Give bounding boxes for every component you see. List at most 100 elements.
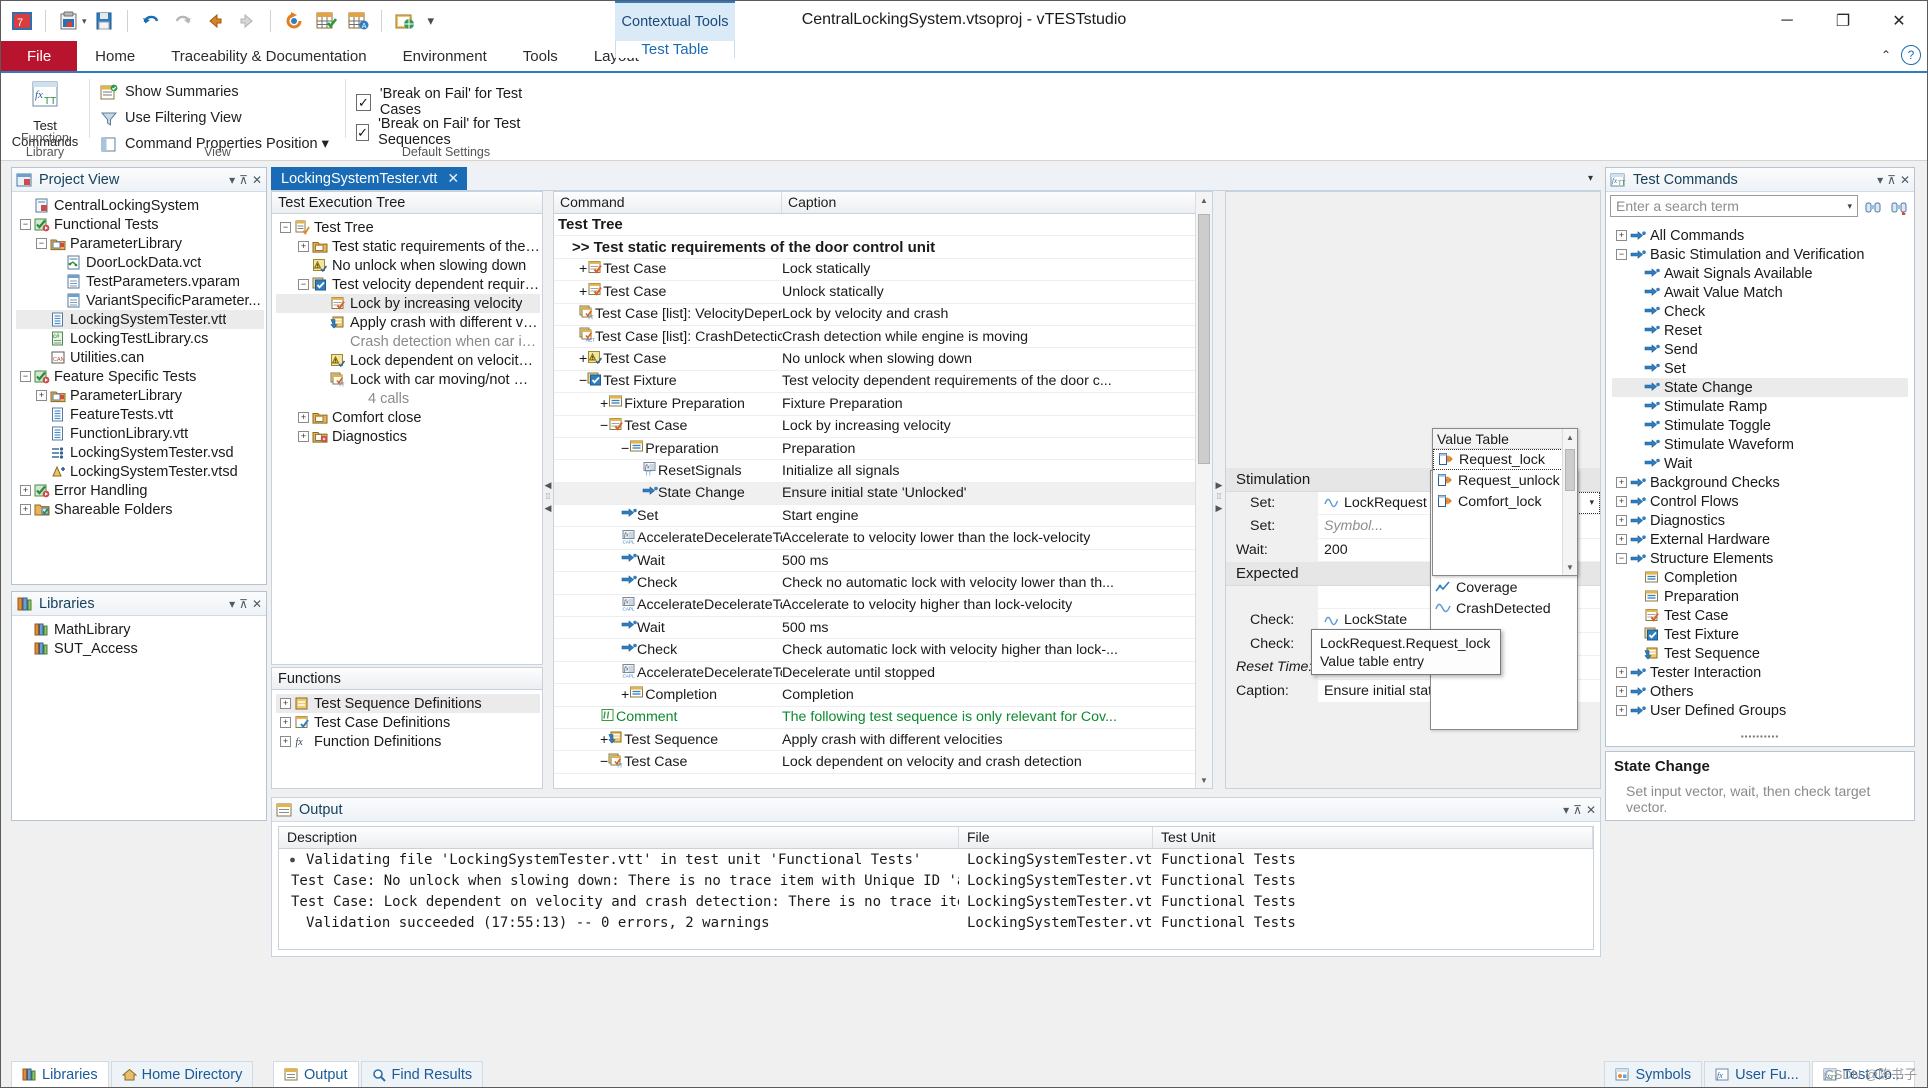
project-tree-item[interactable]: LockingSystemTester.vsd: [16, 443, 264, 462]
command-grid-row[interactable]: − Test Fixture Test velocity dependent re…: [554, 371, 1195, 394]
command-grid-row[interactable]: State Change Ensure initial state 'Unloc…: [554, 482, 1195, 506]
command-grid-row[interactable]: Set Start engine: [554, 505, 1195, 528]
vertical-splitter-left[interactable]: ◀ ⁞⁞ ◀: [543, 437, 553, 557]
exec-tree-item[interactable]: + Comfort close: [276, 408, 540, 427]
expand-icon[interactable]: +: [1616, 705, 1627, 716]
expand-icon[interactable]: +: [298, 412, 309, 423]
tab-environment[interactable]: Environment: [385, 41, 505, 71]
functions-tree[interactable]: + Test Sequence Definitions + Test Case …: [272, 690, 542, 751]
bottom-tab-symbols[interactable]: Symbols: [1604, 1061, 1703, 1087]
test-command-item[interactable]: Check: [1612, 302, 1908, 321]
scroll-down-icon[interactable]: ▼: [1563, 559, 1577, 575]
test-command-item[interactable]: − Basic Stimulation and Verification: [1612, 245, 1908, 264]
test-command-item[interactable]: + External Hardware: [1612, 530, 1908, 549]
expand-icon[interactable]: +: [20, 485, 31, 496]
exec-tree-item[interactable]: Apply crash with different velo...: [276, 313, 540, 332]
collapse-icon[interactable]: −: [20, 371, 31, 382]
test-command-item[interactable]: Wait: [1612, 454, 1908, 473]
expand-icon[interactable]: +: [1616, 515, 1627, 526]
project-tree-item[interactable]: + ParameterLibrary: [16, 386, 264, 405]
expand-icon[interactable]: +: [280, 698, 291, 709]
project-tree[interactable]: CentralLockingSystem − Functional Tests −…: [12, 192, 266, 519]
document-tab-close-icon[interactable]: ✕: [447, 170, 459, 187]
command-grid-scrollbar[interactable]: ▲ ▼: [1195, 192, 1212, 788]
libraries-tree[interactable]: MathLibrary SUT_Access: [12, 616, 266, 658]
output-column-description[interactable]: Description: [279, 827, 959, 848]
test-command-item[interactable]: + Diagnostics: [1612, 511, 1908, 530]
expand-icon[interactable]: +: [1616, 534, 1627, 545]
test-command-item[interactable]: Test Sequence: [1612, 644, 1908, 663]
test-command-item[interactable]: Stimulate Toggle: [1612, 416, 1908, 435]
vertical-splitter-right[interactable]: ▶ ⁞⁞ ▶: [1213, 437, 1225, 557]
expand-icon[interactable]: +: [600, 396, 608, 412]
test-command-item[interactable]: Completion: [1612, 568, 1908, 587]
command-grid-row[interactable]: Test Tree: [554, 214, 1195, 237]
command-grid-row[interactable]: fxCAPLAccelerateDecelerateToTargetS... D…: [554, 662, 1195, 685]
project-tree-item[interactable]: DoorLockData.vct: [16, 253, 264, 272]
value-table-dropdown-scrollbar[interactable]: ▲ ▼: [1562, 429, 1577, 575]
test-command-item[interactable]: + Control Flows: [1612, 492, 1908, 511]
output-close-icon[interactable]: ✕: [1586, 803, 1596, 817]
bottom-tab-libraries[interactable]: Libraries: [11, 1061, 109, 1087]
close-button[interactable]: ✕: [1871, 1, 1927, 41]
expand-icon[interactable]: +: [298, 241, 309, 252]
tab-test-table[interactable]: Test Table: [615, 41, 735, 58]
command-grid-row[interactable]: − Preparation Preparation: [554, 438, 1195, 461]
project-tree-item[interactable]: + Error Handling: [16, 481, 264, 500]
bottom-tab-user-functions[interactable]: fx User Fu...: [1704, 1061, 1810, 1087]
undo-icon[interactable]: [136, 6, 166, 36]
output-row[interactable]: Test Case: Lock dependent on velocity an…: [279, 891, 1593, 912]
expand-icon[interactable]: +: [298, 431, 309, 442]
functions-body[interactable]: + Test Sequence Definitions + Test Case …: [272, 690, 542, 788]
maximize-button[interactable]: ❐: [1815, 1, 1871, 41]
tab-file[interactable]: File: [1, 41, 78, 71]
expand-icon[interactable]: +: [1616, 477, 1627, 488]
test-execution-tree[interactable]: − Test Tree + Test static requirements of …: [272, 214, 542, 446]
project-tree-item[interactable]: TestParameters.vparam: [16, 272, 264, 291]
command-grid-row[interactable]: Check Check automatic lock with velocity…: [554, 639, 1195, 662]
test-command-item[interactable]: Reset: [1612, 321, 1908, 340]
project-tree-item[interactable]: − Functional Tests: [16, 215, 264, 234]
collapse-icon[interactable]: −: [621, 441, 629, 457]
libraries-close-icon[interactable]: ✕: [252, 597, 262, 611]
use-filtering-view-button[interactable]: Use Filtering View: [100, 105, 335, 131]
command-grid-row[interactable]: + Test Case No unlock when slowing down: [554, 348, 1195, 371]
command-grid-row[interactable]: fxCAPLAccelerateDecelerateToTargetS... A…: [554, 527, 1195, 550]
export-icon[interactable]: [390, 6, 420, 36]
project-tree-item[interactable]: FunctionLibrary.vtt: [16, 424, 264, 443]
test-commands-dropdown-icon[interactable]: ▾: [1877, 173, 1883, 187]
expand-icon[interactable]: +: [280, 717, 291, 728]
symbol-list-item[interactable]: CrashDetected: [1431, 598, 1577, 619]
function-definition-item[interactable]: + Test Case Definitions: [276, 713, 540, 732]
chevron-down-icon[interactable]: ▾: [1589, 497, 1599, 508]
test-command-item[interactable]: + User Defined Groups: [1612, 701, 1908, 718]
scroll-up-icon[interactable]: ▲: [1196, 192, 1212, 208]
exec-tree-item[interactable]: TT Lock with car moving/not moving: [276, 370, 540, 389]
break-on-fail-test-sequences-checkbox[interactable]: ✓ 'Break on Fail' for Test Sequences: [356, 116, 541, 148]
command-grid-row[interactable]: Check Check no automatic lock with veloc…: [554, 572, 1195, 595]
build-all-icon[interactable]: A: [343, 6, 373, 36]
search-input[interactable]: Enter a search term ▾: [1610, 195, 1858, 217]
save-icon[interactable]: [89, 6, 119, 36]
tab-tools[interactable]: Tools: [505, 41, 576, 71]
output-column-test-unit[interactable]: Test Unit: [1153, 827, 1593, 848]
bottom-tab-output[interactable]: Output: [273, 1061, 359, 1087]
value-table-item[interactable]: Comfort_lock: [1433, 491, 1577, 512]
exec-tree-item[interactable]: − Test Tree: [276, 218, 540, 237]
command-grid-row[interactable]: + Completion Completion: [554, 684, 1195, 707]
collapse-icon[interactable]: −: [298, 279, 309, 290]
test-command-item[interactable]: Test Case: [1612, 606, 1908, 625]
command-grid-row[interactable]: + Test Case Lock statically: [554, 259, 1195, 282]
collapse-icon[interactable]: −: [280, 222, 291, 233]
project-tree-item[interactable]: LockingSystemTester.vtsd: [16, 462, 264, 481]
find-previous-button[interactable]: [1862, 195, 1884, 217]
command-grid-row[interactable]: Wait 500 ms: [554, 617, 1195, 640]
scrollbar-thumb[interactable]: [1198, 214, 1210, 464]
command-grid-row[interactable]: fxCAPLAccelerateDecelerateToTargetS... A…: [554, 595, 1195, 618]
expand-icon[interactable]: +: [1616, 667, 1627, 678]
open-project-icon[interactable]: [54, 6, 84, 36]
output-row[interactable]: Test Case: No unlock when slowing down: …: [279, 870, 1593, 891]
exec-tree-item[interactable]: 4 calls: [276, 389, 540, 408]
test-command-item[interactable]: − Structure Elements: [1612, 549, 1908, 568]
command-grid-row[interactable]: − TT Test Case Lock dependent on velocity …: [554, 751, 1195, 774]
